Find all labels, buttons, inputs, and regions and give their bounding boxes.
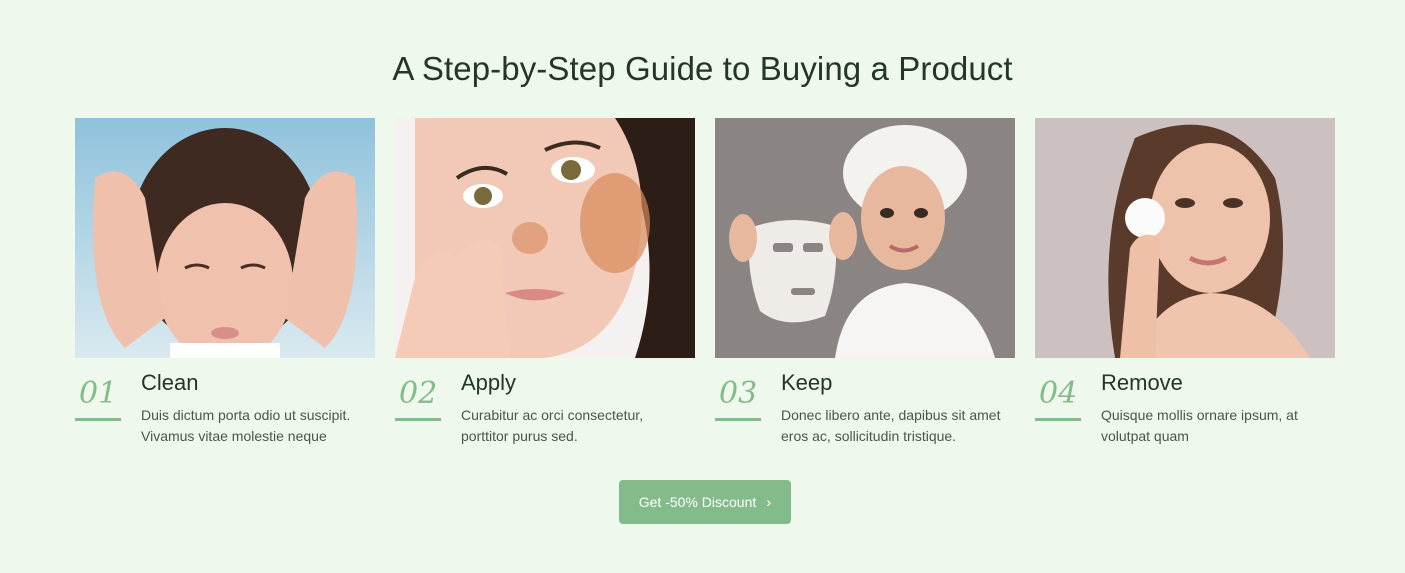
step-description: Duis dictum porta odio ut suscipit. Viva… [141, 407, 351, 444]
step-image-washing-face [75, 118, 375, 358]
guide-section: A Step-by-Step Guide to Buying a Product [0, 0, 1405, 573]
steps-row: 01 Clean Duis dictum porta odio ut susci… [75, 118, 1335, 447]
step-image-cotton-pad [1035, 118, 1335, 358]
step-title: Keep [781, 370, 833, 395]
discount-button-label: Get -50% Discount [638, 494, 757, 510]
step-card-1: 01 Clean Duis dictum porta odio ut susci… [75, 118, 375, 447]
step-number-underline [395, 418, 441, 421]
step-card-4: 04 Remove Quisque mollis ornare ipsum, a… [1035, 118, 1335, 447]
step-number-underline [1035, 418, 1081, 421]
step-title: Clean [141, 370, 199, 395]
step-title: Apply [461, 370, 517, 395]
step-description: Curabitur ac orci consectetur, porttitor… [461, 407, 644, 444]
step-number-underline [715, 418, 761, 421]
step-number: 03 [719, 376, 758, 411]
step-number: 02 [399, 376, 438, 411]
step-description: Donec libero ante, dapibus sit amet eros… [781, 407, 1001, 444]
chevron-right-icon: › [766, 493, 772, 511]
step-image-sheet-mask [715, 118, 1015, 358]
step-card-3: 03 Keep Donec libero ante, dapibus sit a… [715, 118, 1015, 447]
step-number-underline [75, 418, 121, 421]
step-image-applying-scrub [395, 118, 695, 358]
discount-button[interactable]: Get -50% Discount › [619, 480, 791, 524]
step-card-2: 02 Apply Curabitur ac orci consectetur, … [395, 118, 695, 447]
step-description: Quisque mollis ornare ipsum, at volutpat… [1101, 407, 1298, 444]
step-title: Remove [1101, 370, 1183, 395]
step-number: 01 [79, 376, 118, 411]
step-number: 04 [1039, 376, 1078, 411]
section-title: A Step-by-Step Guide to Buying a Product [392, 50, 1013, 87]
